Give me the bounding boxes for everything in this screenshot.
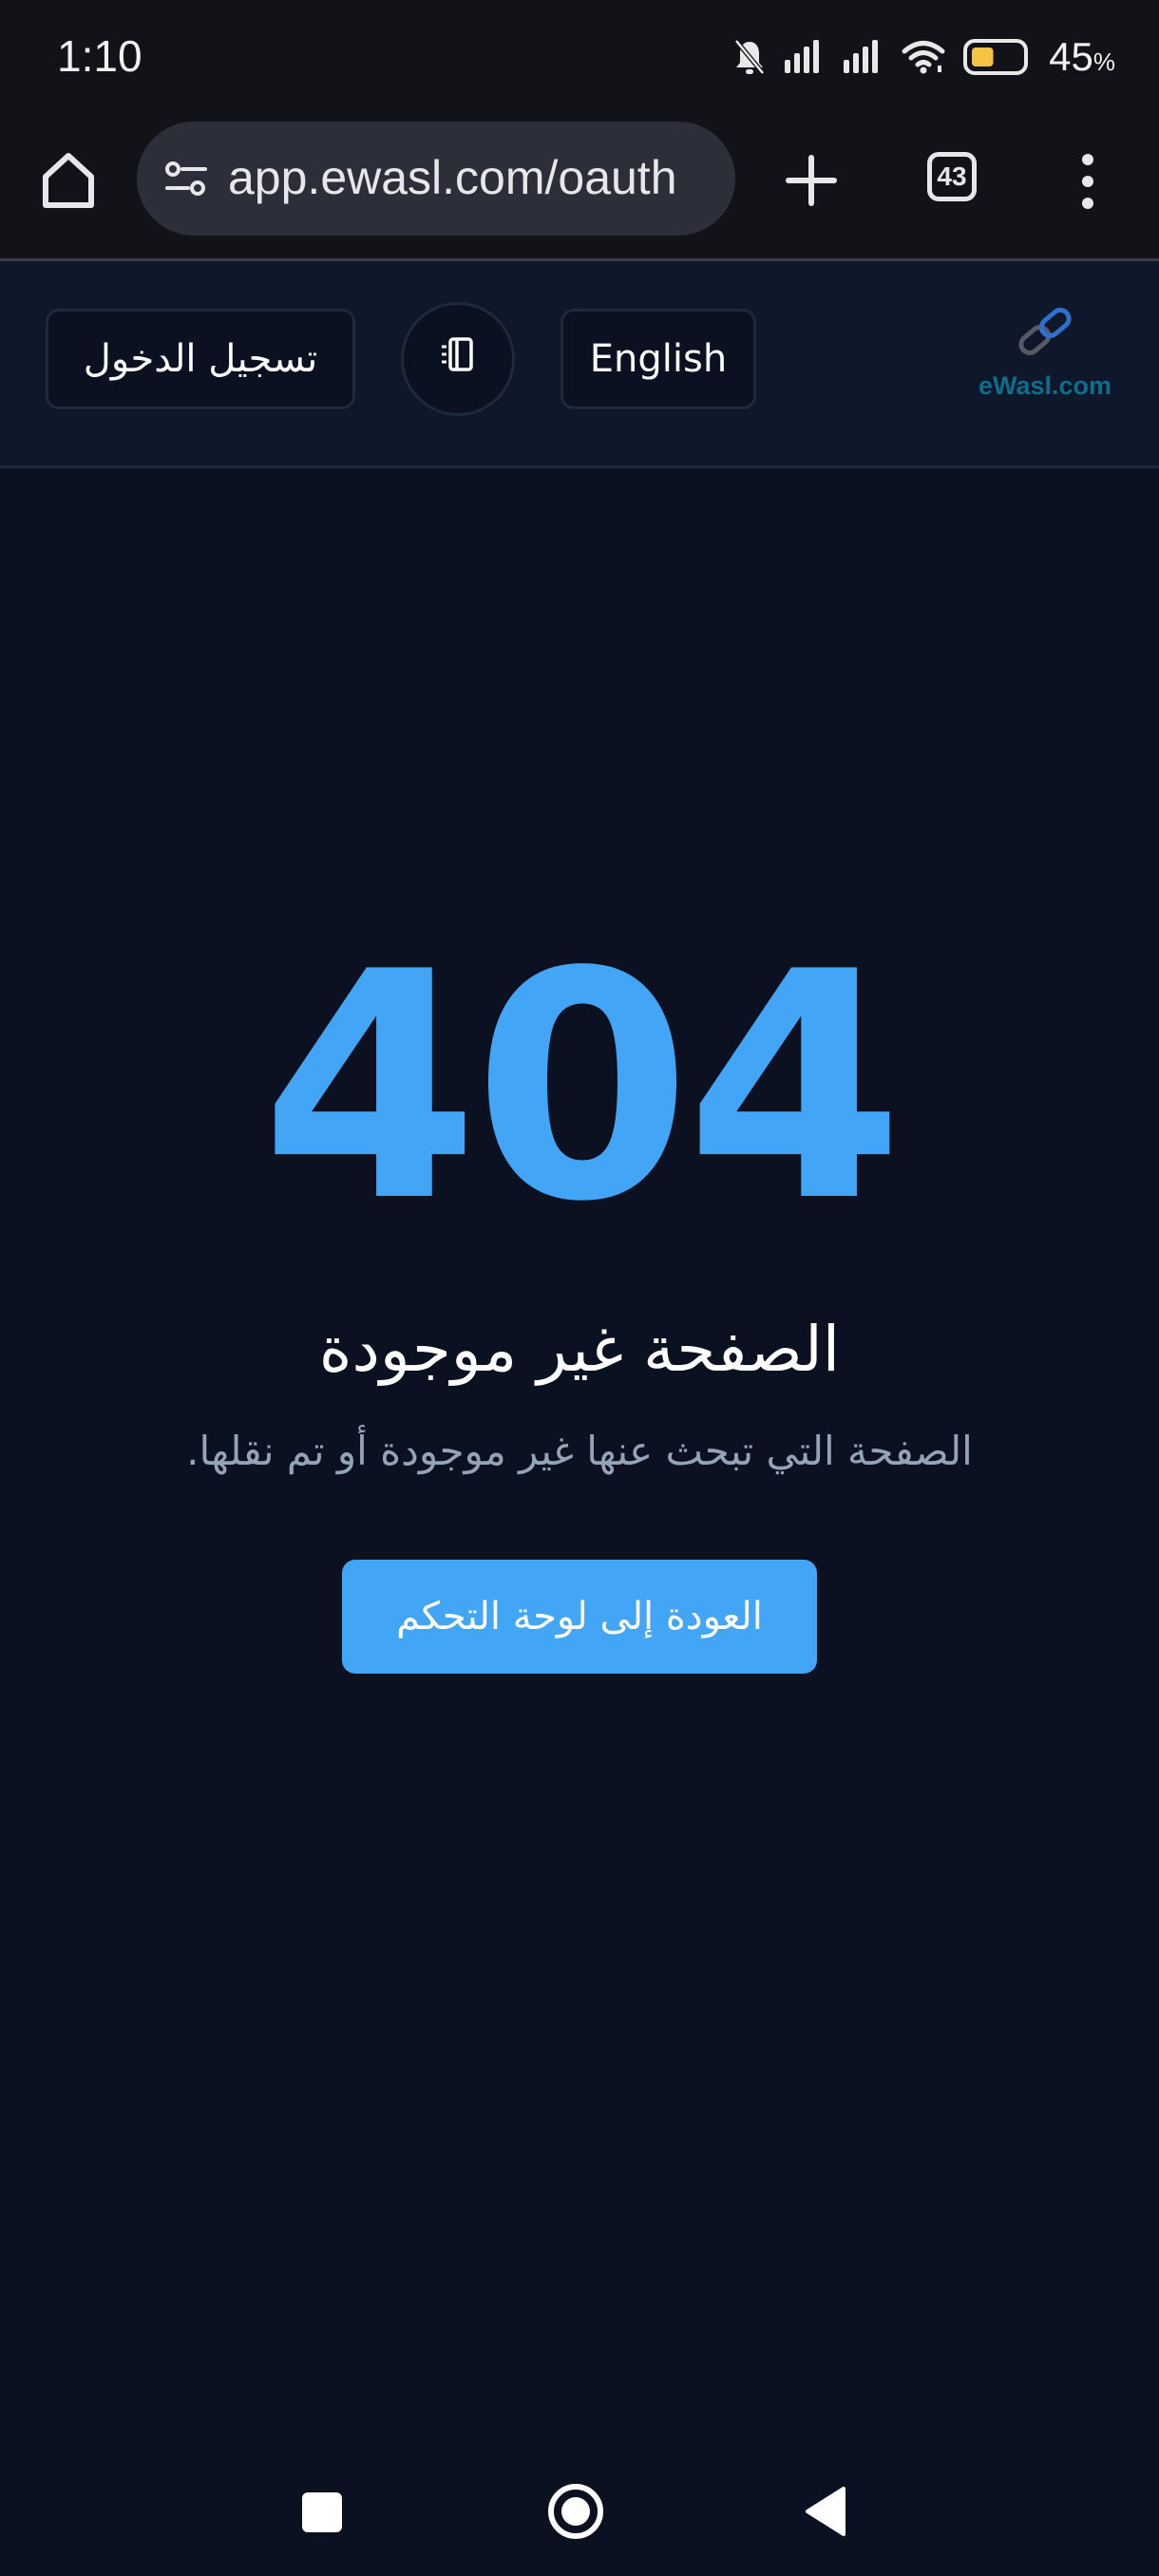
- battery-percent: 45%: [1049, 34, 1115, 79]
- tab-count: 43: [937, 161, 967, 191]
- theme-toggle-icon: [437, 333, 479, 385]
- site-settings-icon[interactable]: [163, 158, 209, 203]
- recents-icon[interactable]: [302, 2492, 342, 2532]
- back-triangle-icon[interactable]: [804, 2485, 849, 2542]
- page-title: الصفحة غير موجودة: [318, 1313, 841, 1386]
- status-time: 1:10: [57, 31, 142, 81]
- status-bar: 1:10 45%: [0, 0, 1159, 114]
- page-subtitle: الصفحة التي تبحث عنها غير موجودة أو تم ن…: [186, 1428, 973, 1474]
- link-icon: [1018, 308, 1072, 355]
- more-vert-icon[interactable]: [1074, 148, 1102, 215]
- error-code: 404: [260, 905, 904, 1270]
- browser-toolbar: app.ewasl.com/oauth 43: [0, 114, 1159, 261]
- battery-icon: [963, 38, 1032, 76]
- plus-icon[interactable]: [779, 148, 844, 213]
- signal-icon-2: [842, 39, 884, 75]
- home-icon[interactable]: [36, 148, 101, 213]
- back-to-dashboard-button[interactable]: العودة إلى لوحة التحكم: [342, 1560, 817, 1674]
- logo-text: eWasl.com: [978, 371, 1112, 400]
- mute-bell-icon: [733, 38, 766, 76]
- url-text[interactable]: app.ewasl.com/oauth: [228, 150, 677, 205]
- android-nav-bar: [0, 2460, 1159, 2576]
- login-button[interactable]: تسجيل الدخول: [46, 309, 355, 409]
- tabs-icon[interactable]: 43: [927, 152, 977, 201]
- theme-toggle-button[interactable]: [401, 302, 515, 416]
- wifi-icon: [901, 39, 946, 75]
- status-icons: 45%: [733, 28, 1115, 85]
- signal-icon-1: [783, 39, 825, 75]
- site-header: تسجيل الدخول English eWasl.com: [0, 261, 1159, 468]
- language-button[interactable]: English: [560, 309, 756, 409]
- home-circle-icon[interactable]: [545, 2481, 606, 2546]
- address-bar[interactable]: app.ewasl.com/oauth: [137, 122, 735, 236]
